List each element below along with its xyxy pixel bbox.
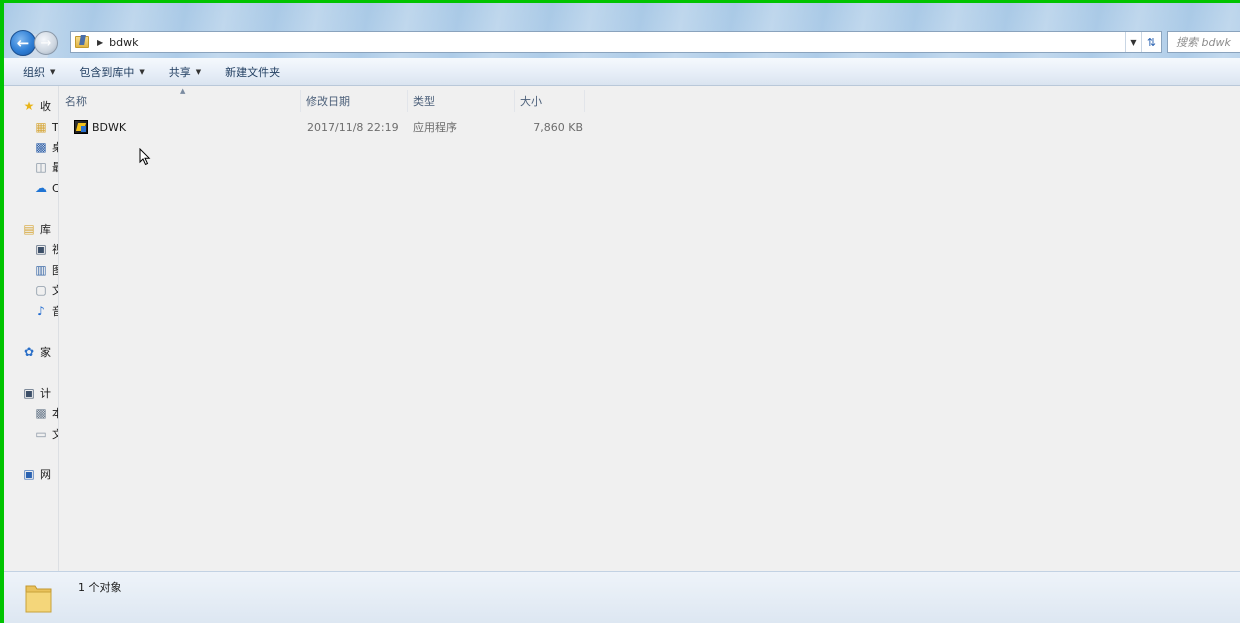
file-date: 2017/11/8 22:19 xyxy=(307,120,399,134)
nav-drive[interactable]: ▭ 文 xyxy=(34,425,58,443)
sort-ascending-icon: ▲ xyxy=(180,87,186,95)
nav-downloads[interactable]: ▦ T xyxy=(34,118,59,136)
arrow-left-icon: ← xyxy=(16,34,30,52)
explorer-window: ← → ▶ bdwk ▼ ⇅ 组织 ▼ 包含到库中 ▼ 共享 ▼ 新建文件夹 xyxy=(4,3,1240,623)
share-label: 共享 xyxy=(168,65,191,79)
column-header-type-label: 类型 xyxy=(413,95,435,108)
column-header-type[interactable]: 类型 xyxy=(408,90,515,112)
star-icon: ★ xyxy=(23,99,35,113)
recent-places-icon: ◫ xyxy=(35,160,47,174)
column-header-date-label: 修改日期 xyxy=(306,95,350,108)
address-bar[interactable]: ▶ bdwk ▼ ⇅ xyxy=(70,31,1162,53)
navigation-pane[interactable]: ★ 收 ▦ T ▩ 桌 ◫ 最 ☁ C ▤ 库 xyxy=(4,86,59,571)
desktop-icon: ▩ xyxy=(35,140,47,154)
folder-icon xyxy=(75,36,89,48)
nav-videos[interactable]: ▣ 视 xyxy=(34,240,58,258)
chevron-down-icon: ▼ xyxy=(195,67,202,76)
application-icon xyxy=(74,120,88,134)
nav-pictures-label: 图 xyxy=(52,262,58,278)
column-headers: ▲ 名称 修改日期 类型 大小 xyxy=(60,87,585,112)
file-type: 应用程序 xyxy=(413,121,457,134)
chevron-down-icon: ▼ xyxy=(139,67,145,76)
include-in-library-label: 包含到库中 xyxy=(79,65,135,79)
video-icon: ▣ xyxy=(35,242,47,256)
breadcrumb-separator-icon[interactable]: ▶ xyxy=(97,38,103,47)
nav-onedrive[interactable]: ☁ C xyxy=(34,179,59,197)
nav-desktop[interactable]: ▩ 桌 xyxy=(34,138,58,156)
document-icon: ▢ xyxy=(35,283,47,297)
nav-downloads-label: T xyxy=(52,120,59,134)
navigation-buttons: ← → xyxy=(8,30,64,60)
nav-homegroup[interactable]: ✿ 家 xyxy=(22,343,51,361)
address-history-dropdown[interactable]: ▼ xyxy=(1125,32,1141,52)
nav-recent[interactable]: ◫ 最 xyxy=(34,158,58,176)
file-name[interactable]: BDWK xyxy=(92,121,301,134)
nav-network[interactable]: ▣ 网 xyxy=(22,465,51,483)
file-list-pane[interactable]: ▲ 名称 修改日期 类型 大小 BDWK 2017/11/8 22:19 应用程… xyxy=(60,86,1240,571)
nav-libraries-label: 库 xyxy=(40,223,51,236)
chevron-down-icon: ▼ xyxy=(1130,37,1137,47)
command-bar: 组织 ▼ 包含到库中 ▼ 共享 ▼ 新建文件夹 xyxy=(4,58,1240,86)
nav-documents-label: 文 xyxy=(52,282,58,298)
breadcrumb-bdwk[interactable]: bdwk xyxy=(109,36,138,49)
column-header-name[interactable]: ▲ 名称 xyxy=(60,87,301,112)
nav-drive-label: 文 xyxy=(52,426,58,442)
drive-icon: ▭ xyxy=(35,427,47,441)
nav-music[interactable]: ♪ 音 xyxy=(34,302,58,320)
nav-desktop-label: 桌 xyxy=(52,139,58,155)
details-pane: 1 个对象 xyxy=(4,571,1240,623)
folder-icon xyxy=(25,585,52,613)
refresh-icon: ⇅ xyxy=(1146,35,1157,49)
library-icon: ▤ xyxy=(23,222,35,236)
network-icon: ▣ xyxy=(23,467,35,481)
nav-network-label: 网 xyxy=(40,468,51,481)
homegroup-icon: ✿ xyxy=(23,345,35,359)
forward-button[interactable]: → xyxy=(34,31,58,55)
chevron-down-icon: ▼ xyxy=(50,67,56,76)
new-folder-button[interactable]: 新建文件夹 xyxy=(218,61,287,83)
item-count: 1 个对象 xyxy=(78,581,122,594)
search-input[interactable] xyxy=(1176,35,1240,49)
column-header-size-label: 大小 xyxy=(520,95,542,108)
local-disk-icon: ▩ xyxy=(35,406,47,420)
nav-local-disk[interactable]: ▩ 本 xyxy=(34,404,58,422)
nav-local-disk-label: 本 xyxy=(52,405,58,421)
include-in-library-button[interactable]: 包含到库中 ▼ xyxy=(72,61,151,83)
music-icon: ♪ xyxy=(37,304,45,318)
nav-favorites[interactable]: ★ 收 xyxy=(22,97,51,115)
arrow-right-icon: → xyxy=(40,35,52,51)
nav-libraries[interactable]: ▤ 库 xyxy=(22,220,51,238)
file-size: 7,860 KB xyxy=(533,120,583,134)
downloads-folder-icon: ▦ xyxy=(35,120,47,134)
cloud-icon: ☁ xyxy=(35,181,47,195)
back-button[interactable]: ← xyxy=(10,30,36,56)
organize-label: 组织 xyxy=(23,65,45,79)
computer-icon: ▣ xyxy=(23,386,35,400)
nav-computer-label: 计 xyxy=(40,387,51,400)
column-header-name-label: 名称 xyxy=(65,95,87,108)
mouse-cursor-icon xyxy=(139,148,151,166)
nav-documents[interactable]: ▢ 文 xyxy=(34,281,58,299)
new-folder-label: 新建文件夹 xyxy=(225,65,281,79)
column-header-size[interactable]: 大小 xyxy=(515,90,585,112)
file-row[interactable]: BDWK 2017/11/8 22:19 应用程序 7,860 KB xyxy=(74,116,583,138)
nav-favorites-label: 收 xyxy=(40,100,51,113)
organize-button[interactable]: 组织 ▼ xyxy=(16,61,62,83)
nav-recent-label: 最 xyxy=(52,159,58,175)
search-box[interactable] xyxy=(1167,31,1240,53)
nav-computer[interactable]: ▣ 计 xyxy=(22,384,51,402)
picture-icon: ▥ xyxy=(35,263,47,277)
share-button[interactable]: 共享 ▼ xyxy=(162,61,208,83)
refresh-button[interactable]: ⇅ xyxy=(1141,32,1161,52)
nav-pictures[interactable]: ▥ 图 xyxy=(34,261,58,279)
content-area: ★ 收 ▦ T ▩ 桌 ◫ 最 ☁ C ▤ 库 xyxy=(4,86,1240,571)
nav-homegroup-label: 家 xyxy=(40,346,51,359)
nav-videos-label: 视 xyxy=(52,241,58,257)
nav-music-label: 音 xyxy=(52,303,58,319)
nav-onedrive-label: C xyxy=(52,181,59,195)
column-header-date[interactable]: 修改日期 xyxy=(301,90,408,112)
